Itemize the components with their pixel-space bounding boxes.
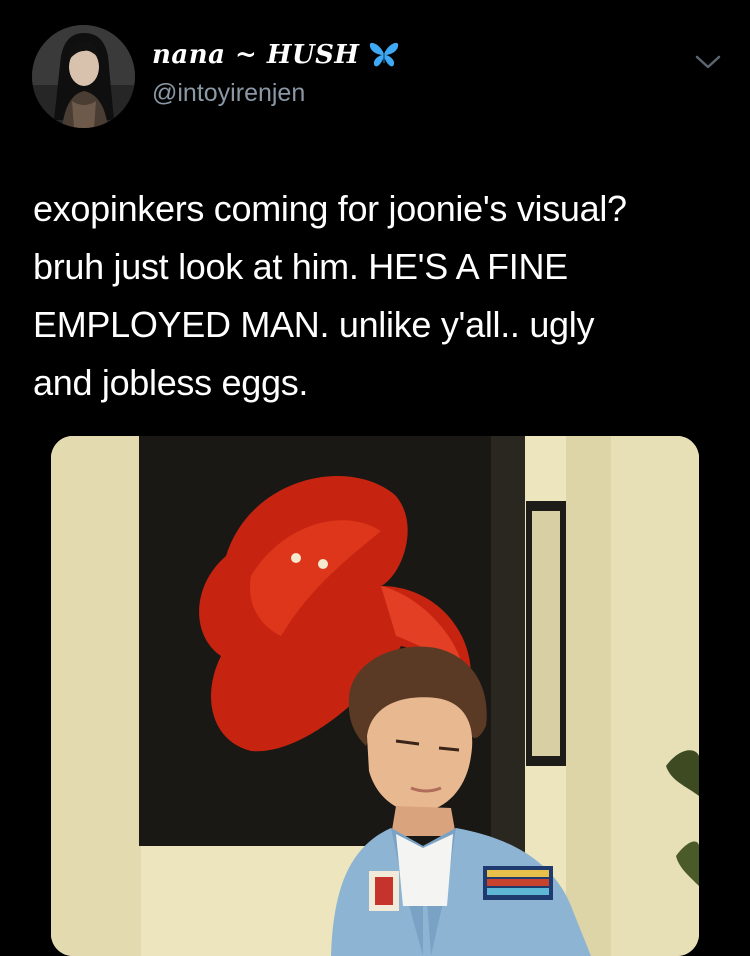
avatar-image — [32, 25, 135, 128]
butterfly-icon — [369, 41, 399, 69]
avatar[interactable] — [32, 25, 135, 128]
chevron-down-icon[interactable] — [694, 52, 722, 72]
tweet-card: nana ~ HUSH @intoyirenjen exopinkers com… — [0, 0, 750, 956]
tweet-text: exopinkers coming for joonie's visual? b… — [33, 180, 723, 412]
tweet-photo[interactable] — [51, 436, 699, 956]
tweet-text-line: EMPLOYED MAN. unlike y'all.. ugly — [33, 304, 595, 345]
user-handle[interactable]: @intoyirenjen — [152, 79, 305, 108]
tweet-text-line: and jobless eggs. — [33, 362, 309, 403]
name-row: nana ~ HUSH — [152, 40, 399, 70]
tweet-text-line: bruh just look at him. HE'S A FINE — [33, 246, 568, 287]
display-name[interactable]: nana ~ HUSH — [152, 40, 359, 70]
tweet-text-line: exopinkers coming for joonie's visual? — [33, 188, 627, 229]
